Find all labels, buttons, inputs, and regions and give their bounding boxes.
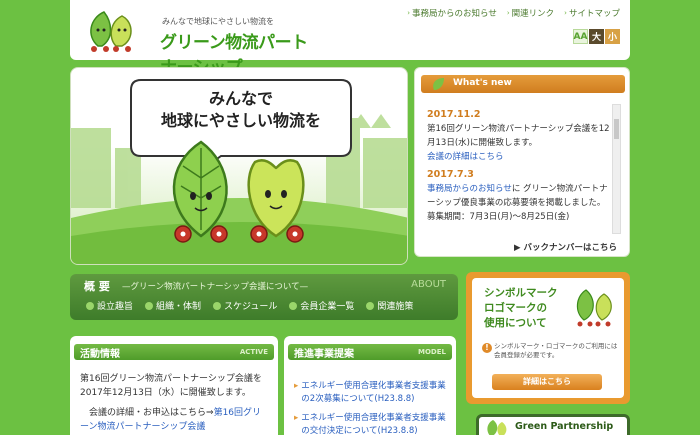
about-nav-schedule[interactable]: スケジュール xyxy=(213,299,277,312)
about-nav-organization[interactable]: 組織・体制 xyxy=(145,299,201,312)
about-title: 概 要 xyxy=(84,280,110,293)
news-list[interactable]: 2017.11.2 第16回グリーン物流パートナーシップ会議を12月13日(水)… xyxy=(427,104,615,234)
about-nav-policies[interactable]: 関連施策 xyxy=(366,299,413,312)
symbol-detail-button[interactable]: 詳細はこちら xyxy=(492,374,602,390)
arrow-right-icon: ▸ xyxy=(294,413,299,423)
leaf-mascot-icon xyxy=(487,420,507,435)
news-link[interactable]: 会議の詳細はこちら xyxy=(427,150,615,164)
news-text: 第16回グリーン物流パートナーシップ会議を12月13日(水)に開催致します。 xyxy=(427,124,610,148)
news-link[interactable]: 事務局からのお知らせ xyxy=(427,184,512,194)
model-title: 推進事業提案 xyxy=(294,349,354,360)
bullet-icon xyxy=(213,301,222,310)
chevron-right-icon: › xyxy=(506,9,510,17)
leaf-mascot-logo-icon xyxy=(90,11,132,52)
scrollbar-thumb[interactable] xyxy=(614,119,619,139)
symbol-mark-panel: シンボルマーク ロゴマークの 使用について ! シンボルマーク・ロゴマークのご利… xyxy=(466,272,630,404)
util-link-notice[interactable]: › 事務局からのお知らせ xyxy=(407,7,497,19)
font-size-label: AA xyxy=(573,29,588,44)
activity-title: 活動情報 xyxy=(80,349,120,360)
font-size-switcher: AA 大 小 xyxy=(573,29,620,44)
model-en-label: MODEL xyxy=(418,348,446,356)
activity-body: 第16回グリーン物流パートナーシップ会議を2017年12月13日（水）に開催致し… xyxy=(80,374,262,432)
arrow-right-icon: ▸ xyxy=(294,381,299,391)
activity-en-label: ACTIVE xyxy=(239,348,268,356)
about-nav-members[interactable]: 会員企業一覧 xyxy=(289,299,354,312)
leaf-icon xyxy=(433,78,444,90)
logo-tagline: みんなで地球にやさしい物流を xyxy=(162,17,274,26)
whats-new-header: What's new xyxy=(421,75,625,93)
about-nav-purpose[interactable]: 設立趣旨 xyxy=(86,299,133,312)
symbol-note: シンボルマーク・ロゴマークのご利用には会員登録が必要です。 xyxy=(494,342,618,359)
chevron-right-icon: › xyxy=(564,9,567,17)
hero-banner: みんなで 地球にやさしい物流を xyxy=(70,67,408,265)
news-date: 2017.11.2 xyxy=(427,109,481,120)
about-en-label: ABOUT xyxy=(411,279,446,290)
about-nav: 設立趣旨 組織・体制 スケジュール 会員企業一覧 関連施策 xyxy=(86,299,413,312)
bullet-icon xyxy=(145,301,154,310)
news-scrollbar[interactable] xyxy=(612,104,621,234)
news-text: 事務局からのお知らせに グリーン物流パートナーシップ優良事業の応募要領を掲載しま… xyxy=(427,184,608,208)
green-partnership-banner[interactable]: Green Partnership xyxy=(476,414,630,435)
util-link-sitemap[interactable]: › サイトマップ xyxy=(564,7,620,19)
symbol-title: シンボルマーク ロゴマークの 使用について xyxy=(484,287,558,329)
bullet-icon xyxy=(86,301,94,310)
warning-icon: ! xyxy=(482,343,492,353)
news-date: 2017.7.3 xyxy=(427,169,474,180)
bullet-icon xyxy=(366,301,375,310)
whats-new-panel: What's new 2017.11.2 第16回グリーン物流パートナーシップ会… xyxy=(414,67,630,257)
leaf-mascot-icon xyxy=(576,289,612,327)
utility-nav: › 事務局からのお知らせ › 関連リンク › サイトマップ xyxy=(407,7,620,19)
util-link-related[interactable]: › 関連リンク xyxy=(507,7,554,19)
font-size-large-button[interactable]: 大 xyxy=(589,29,604,44)
about-section: 概 要 —グリーン物流パートナーシップ会議について— ABOUT 設立趣旨 組織… xyxy=(70,274,458,320)
activity-panel: 活動情報 ACTIVE 第16回グリーン物流パートナーシップ会議を2017年12… xyxy=(70,336,278,435)
hero-bubble-text: みんなで 地球にやさしい物流を xyxy=(160,89,321,130)
site-header: みんなで地球にやさしい物流を グリーン物流パートナーシップ ›事務局からのお知ら… xyxy=(70,0,630,78)
list-item[interactable]: ▸ エネルギー使用合理化事業者支援事業の2次募集について(H23.8.8) xyxy=(294,380,452,406)
font-size-small-button[interactable]: 小 xyxy=(605,29,620,44)
news-text: 募集期間：7月3日(月)～8月25日(金) xyxy=(427,212,570,222)
activity-header: 活動情報 ACTIVE xyxy=(74,344,274,360)
backnumber-link[interactable]: ▶ バックナンバーはこちら xyxy=(514,241,617,253)
green-partnership-label: Green Partnership xyxy=(515,421,614,432)
chevron-right-icon: › xyxy=(407,9,410,17)
list-item[interactable]: ▸ エネルギー使用合理化事業者支援事業の交付決定について(H23.8.8) xyxy=(294,412,452,435)
model-header: 推進事業提案 MODEL xyxy=(288,344,452,360)
model-panel: 推進事業提案 MODEL ▸ エネルギー使用合理化事業者支援事業の2次募集について… xyxy=(284,336,456,435)
model-list: ▸ エネルギー使用合理化事業者支援事業の2次募集について(H23.8.8) ▸ エネ… xyxy=(294,380,452,435)
whats-new-title: What's new xyxy=(453,78,512,88)
bullet-icon xyxy=(289,301,298,310)
about-subtitle: —グリーン物流パートナーシップ会議について— xyxy=(122,282,309,292)
site-logo[interactable]: みんなで地球にやさしい物流を グリーン物流パートナーシップ xyxy=(84,8,324,78)
